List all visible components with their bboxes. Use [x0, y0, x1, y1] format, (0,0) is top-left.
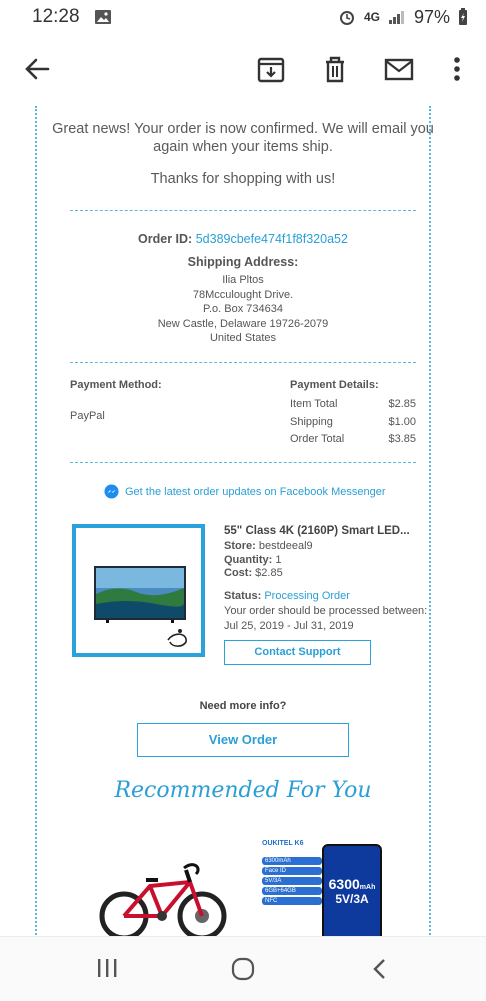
battery-percent: 97% [413, 6, 450, 27]
phone-charge: 5V/3A [335, 892, 369, 906]
email-toolbar [0, 34, 486, 106]
email-frame [35, 106, 431, 936]
recent-apps-icon[interactable] [95, 957, 121, 979]
recommended-title: Recommended For You [114, 778, 372, 803]
status-value: Processing Order [264, 590, 350, 602]
archive-icon[interactable] [254, 52, 288, 86]
payment-method-value: PayPal [70, 410, 105, 422]
product-title[interactable]: 55" Class 4K (2160P) Smart LED... [224, 525, 410, 537]
shipping-cost-value: $1.00 [388, 416, 416, 428]
item-total-label: Item Total [290, 398, 338, 410]
gallery-icon [94, 10, 111, 24]
status-label: Status: [224, 590, 262, 602]
shipping-address: Ilia Pltos 78Mcculought Drive. P.o. Box … [40, 273, 446, 346]
order-id-link[interactable]: 5d389cbefe474f1f8f320a52 [196, 232, 348, 246]
bicycle-image[interactable] [98, 846, 228, 936]
system-nav-bar [0, 936, 486, 1001]
mail-icon[interactable] [382, 52, 416, 86]
item-total-value: $2.85 [388, 398, 416, 410]
alarm-icon [339, 11, 354, 25]
phone-brand: OUKITEL K6 [262, 840, 304, 847]
address-line: New Castle, Delaware 19726-2079 [157, 317, 329, 330]
view-order-button[interactable]: View Order [137, 723, 349, 757]
phone-spec: 6300mAh [262, 857, 322, 865]
order-total-value: $3.85 [388, 433, 416, 445]
address-line: Ilia Pltos [222, 274, 264, 286]
phone-spec-list: 6300mAh Face ID 5V/3A 6GB+64GB NFC [262, 857, 322, 905]
thanks-message: Thanks for shopping with us! [150, 171, 336, 187]
cost-value: $2.85 [255, 567, 283, 579]
divider [70, 210, 416, 211]
divider [70, 362, 416, 363]
phone-spec: 5V/3A [262, 877, 322, 885]
shipping-label: Shipping Address: [187, 255, 299, 269]
home-icon[interactable] [230, 956, 256, 982]
need-more-info: Need more info? [199, 700, 287, 712]
order-id-row: Order ID: 5d389cbefe474f1f8f320a52 [40, 232, 446, 246]
quantity-value: 1 [275, 554, 282, 566]
status-bar: 12:28 4G 97% [0, 0, 486, 34]
contact-support-button[interactable]: Contact Support [224, 640, 371, 665]
address-line: 78Mcculought Drive. [192, 288, 294, 301]
cost-row: Cost: $2.85 [224, 567, 283, 579]
messenger-icon [104, 484, 119, 499]
tv-image [94, 566, 187, 647]
status-row: Status: Processing Order [224, 590, 350, 602]
more-options-icon[interactable] [440, 52, 474, 86]
order-id-label: Order ID: [138, 232, 193, 246]
process-text: Your order should be processed between: [224, 605, 428, 617]
payment-method-label: Payment Method: [70, 379, 162, 391]
cost-label: Cost: [224, 567, 253, 579]
clock: 12:28 [32, 6, 80, 27]
back-nav-icon[interactable] [370, 957, 390, 981]
store-row: Store: bestdeeal9 [224, 540, 313, 552]
process-dates: Jul 25, 2019 - Jul 31, 2019 [224, 620, 354, 632]
phone-battery-big: 6300mAh [328, 876, 376, 892]
address-line: United States [209, 332, 277, 344]
payment-details-label: Payment Details: [290, 379, 379, 391]
phone-spec-panel: OUKITEL K6 6300mAh Face ID 5V/3A 6GB+64G… [262, 840, 322, 936]
messenger-link-text[interactable]: Get the latest order updates on Facebook… [125, 486, 386, 498]
divider [70, 462, 416, 463]
address-line: P.o. Box 734634 [203, 303, 283, 315]
product-image[interactable] [72, 524, 205, 657]
store-value: bestdeeal9 [258, 540, 313, 552]
order-total-label: Order Total [290, 433, 345, 445]
quantity-row: Quantity: 1 [224, 554, 281, 566]
messenger-link[interactable]: Get the latest order updates on Facebook… [104, 484, 386, 499]
email-body: Great news! Your order is now confirmed.… [0, 106, 486, 936]
network-label: 4G [363, 10, 380, 24]
phone-spec: Face ID [262, 867, 322, 875]
phone-spec: NFC [262, 897, 322, 905]
quantity-label: Quantity: [224, 554, 273, 566]
confirm-message: Great news! Your order is now confirmed.… [52, 121, 434, 155]
store-label: Store: [224, 540, 256, 552]
delete-icon[interactable] [318, 52, 352, 86]
battery-charging-icon [459, 8, 467, 25]
phone-ad-image[interactable]: OUKITEL K6 6300mAh Face ID 5V/3A 6GB+64G… [262, 840, 382, 936]
phone-spec: 6GB+64GB [262, 887, 322, 895]
signal-icon [388, 11, 404, 24]
phone-screen: 6300mAh 5V/3A [322, 844, 382, 936]
back-arrow-icon[interactable] [20, 52, 54, 86]
shipping-cost-label: Shipping [290, 416, 333, 428]
